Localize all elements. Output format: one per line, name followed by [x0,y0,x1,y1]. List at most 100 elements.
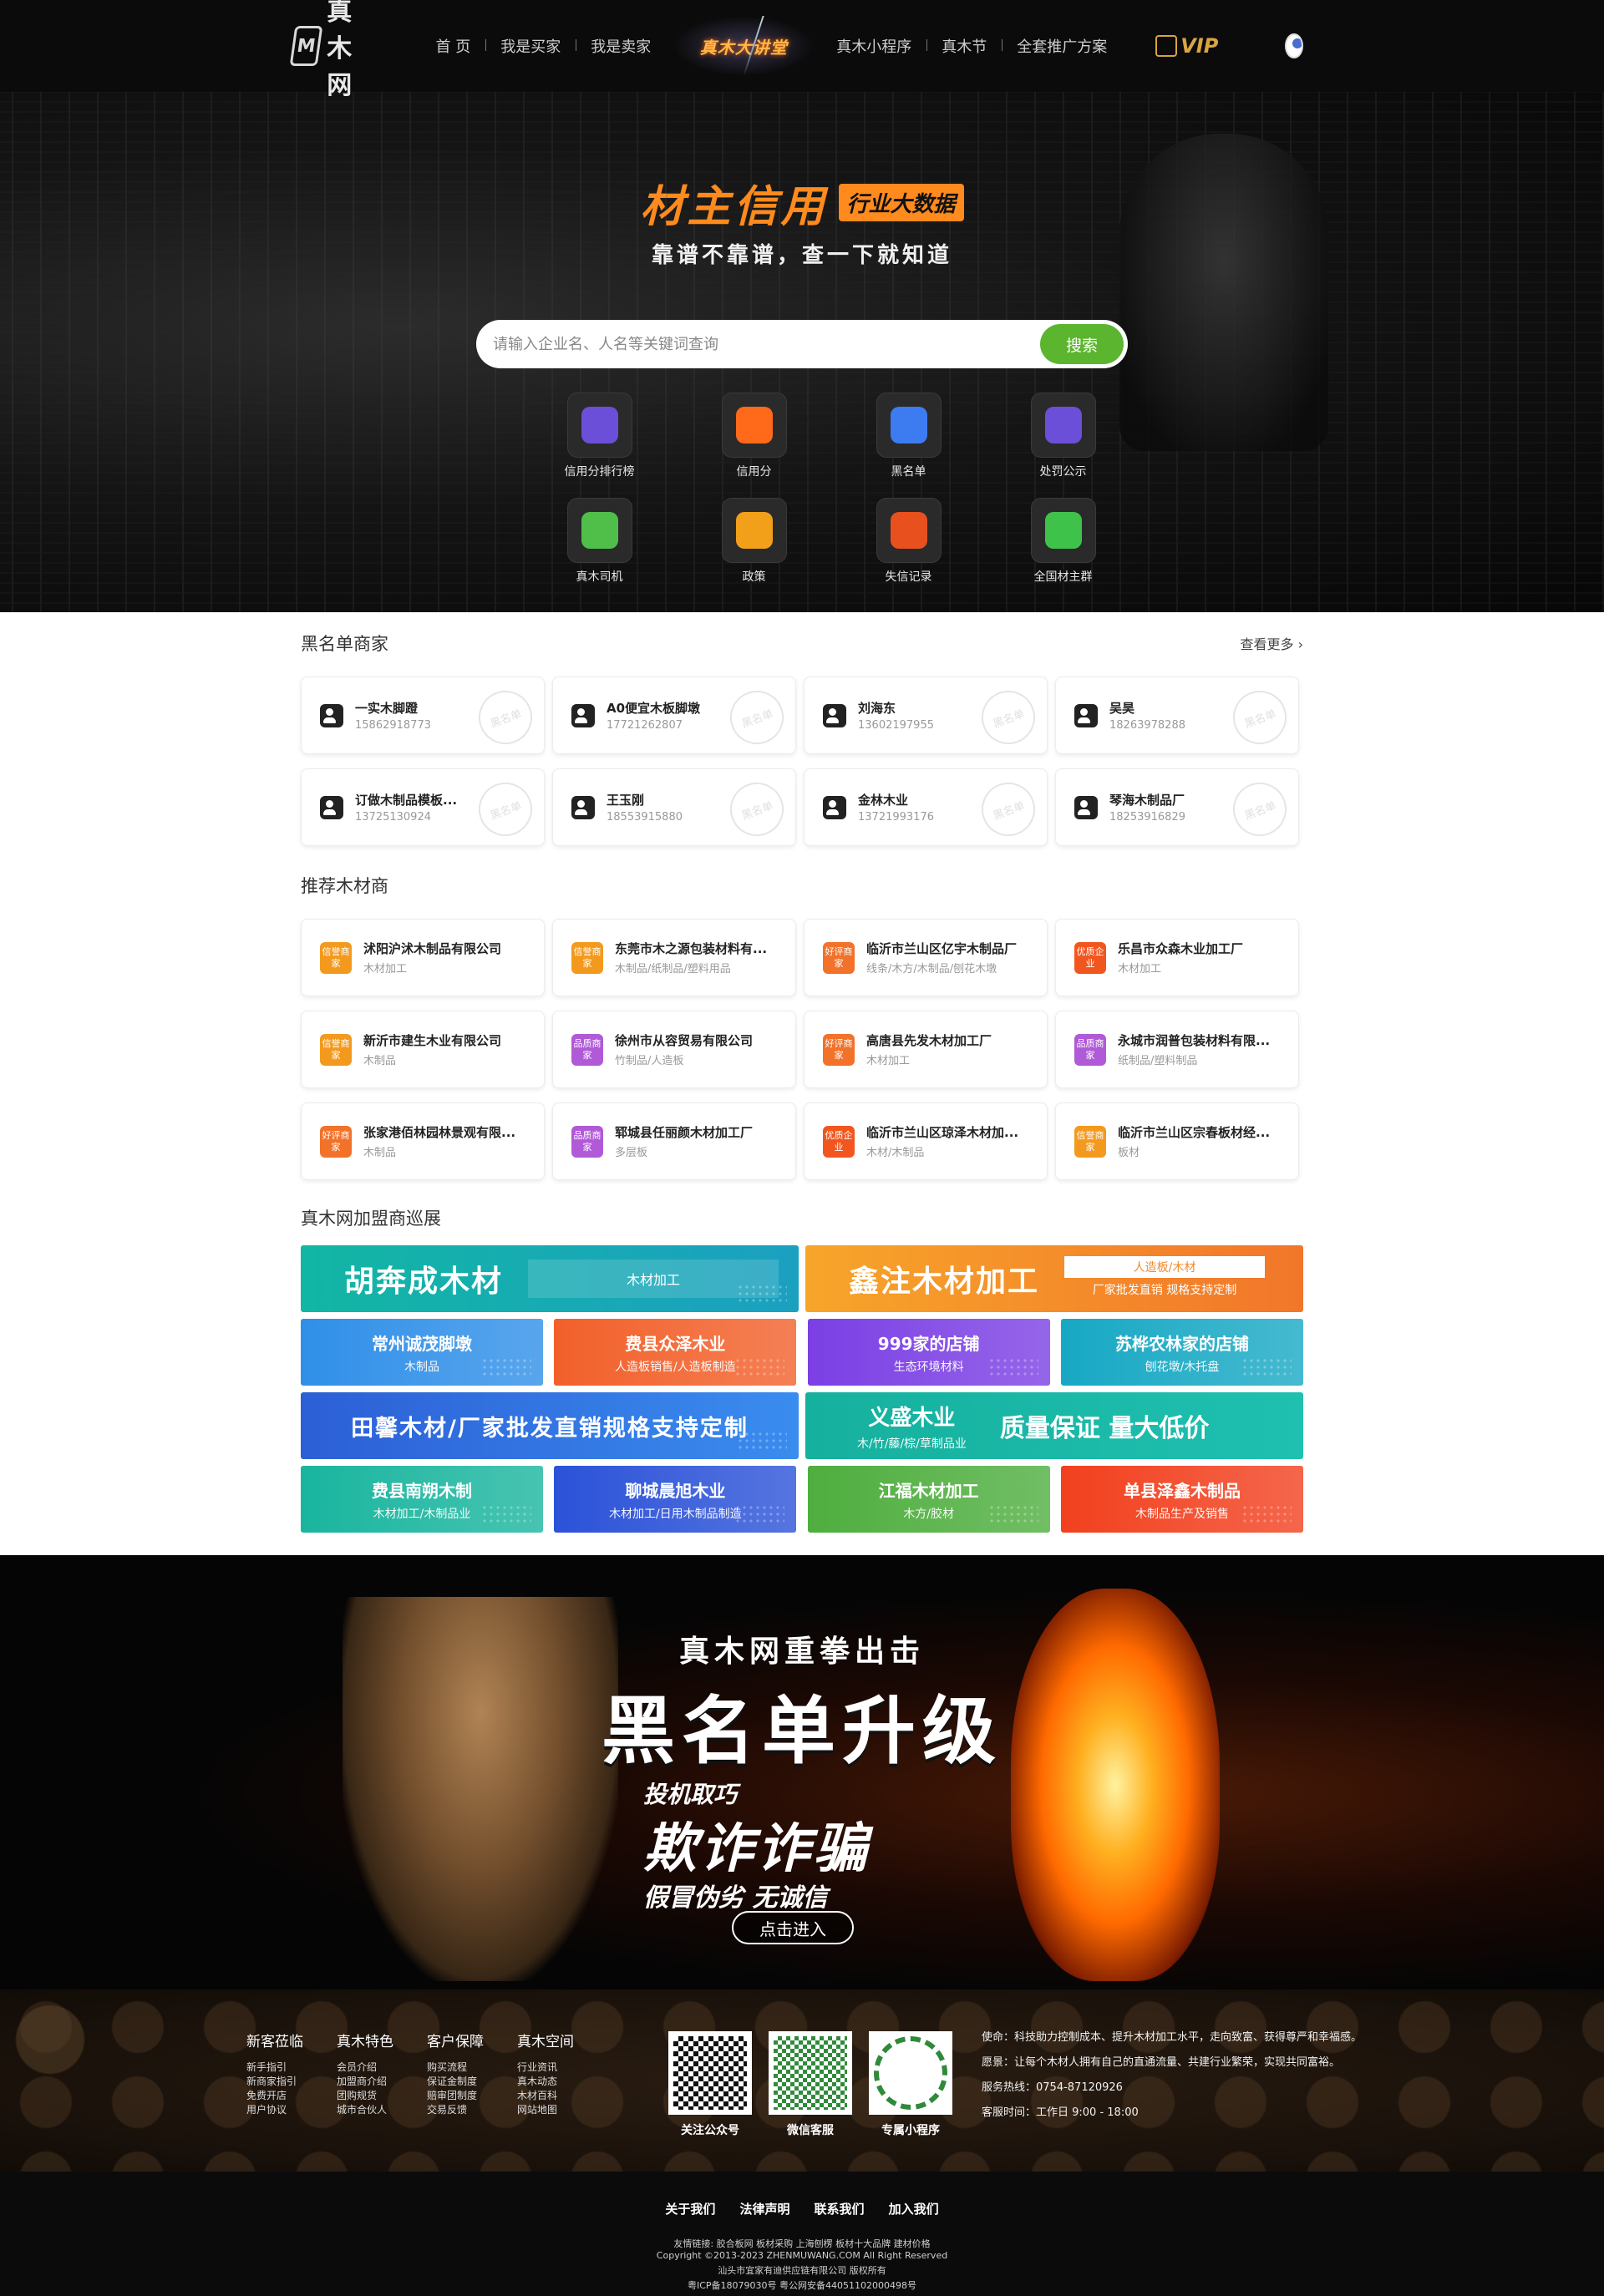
dot-pattern-icon [481,1357,531,1377]
ad-tag-top: 人造板/木材 [1064,1256,1266,1278]
merchant-card[interactable]: 品质商家 郓城县任丽颜木材加工厂 多层板 [552,1102,796,1180]
link-about[interactable]: 关于我们 [665,2202,715,2217]
showcase-ad[interactable]: 聊城晨旭木业 木材加工/日用木制品制造 [554,1466,797,1533]
merchant-card[interactable]: 好评商家 高唐县先发木材加工厂 木材加工 [804,1011,1048,1088]
promo-enter-button[interactable]: 点击进入 [732,1911,854,1944]
quick-link-7[interactable]: 全国材主群 [986,498,1140,585]
blacklist-card[interactable]: 王玉刚 18553915880 黑名单 [552,768,796,846]
qr-official-account[interactable]: 关注公众号 [668,2031,752,2138]
blacklist-phone: 18263978288 [1109,719,1185,732]
nav-festival[interactable]: 真木节 [926,35,1002,57]
merchant-card[interactable]: 好评商家 张家港佰林园林景观有限... 木制品 [301,1102,545,1180]
footer-link[interactable]: 会员介绍 [337,2060,427,2075]
footer-link[interactable]: 免费开店 [246,2089,337,2103]
ad-tianxin[interactable]: 田馨木材/厂家批发直销规格支持定制 [301,1392,799,1459]
quick-link-6[interactable]: 失信记录 [831,498,986,585]
merchant-card[interactable]: 好评商家 临沂市兰山区亿宇木制品厂 线条/木方/木制品/刨花木墩 [804,919,1048,996]
blacklist-card[interactable]: 吴昊 18263978288 黑名单 [1055,677,1299,754]
showcase-ad[interactable]: 苏桦农林家的店铺 刨花墩/木托盘 [1060,1319,1303,1386]
link-join[interactable]: 加入我们 [889,2202,939,2217]
search-button[interactable]: 搜索 [1040,324,1124,364]
blacklist-stamp: 黑名单 [973,774,1043,844]
footer-link[interactable]: 加盟商介绍 [337,2075,427,2089]
footer-link[interactable]: 城市合伙人 [337,2103,427,2117]
merchant-card[interactable]: 信誉商家 临沂市兰山区宗春板材经... 板材 [1055,1102,1299,1180]
nav-promotion-plan[interactable]: 全套推广方案 [1002,35,1122,57]
showcase-ad[interactable]: 费县众泽木业 人造板销售/人造板制造 [554,1319,797,1386]
nav-mini-program[interactable]: 真木小程序 [821,35,926,57]
footer-link[interactable]: 交易反馈 [427,2103,517,2117]
user-avatar[interactable] [1285,33,1303,58]
merchant-card[interactable]: 信誉商家 东莞市木之源包装材料有... 木制品/纸制品/塑料用品 [552,919,796,996]
friend-links[interactable]: 友情链接: 胶合板网 板材采购 上海刨楞 板材十大品牌 建材价格 [0,2237,1604,2250]
dot-pattern-icon [987,1357,1038,1377]
vip-link[interactable]: VIP [1155,34,1218,58]
footer-link[interactable]: 用户协议 [246,2103,337,2117]
blacklist-more-link[interactable]: 查看更多 › [1240,633,1303,653]
nav-seller[interactable]: 我是卖家 [576,35,666,57]
footer-link[interactable]: 新商家指引 [246,2075,337,2089]
blacklist-card-text: 王玉刚 18553915880 [607,791,683,824]
ad-hubencheng[interactable]: 胡奔成木材 木材加工 [301,1245,799,1312]
showcase-ad[interactable]: 费县南朔木制 木材加工/木制品业 [301,1466,543,1533]
blacklist-card[interactable]: 订做木制品模板... 13725130924 黑名单 [301,768,545,846]
blacklist-card[interactable]: 一实木脚蹬 15862918773 黑名单 [301,677,545,754]
footer-link[interactable]: 真木动态 [517,2075,607,2089]
qr-wechat-service[interactable]: 微信客服 [769,2031,852,2138]
merchant-card[interactable]: 信誉商家 新沂市建生木业有限公司 木制品 [301,1011,545,1088]
showcase-ad[interactable]: 999家的店铺 生态环境材料 [807,1319,1050,1386]
link-contact[interactable]: 联系我们 [815,2202,865,2217]
user-block-icon [890,407,927,443]
merchant-name: 临沂市兰山区宗春板材经... [1118,1125,1271,1140]
footer-link[interactable]: 保证金制度 [427,2075,517,2089]
footer-link[interactable]: 团购规货 [337,2089,427,2103]
quick-link-0[interactable]: 信用分排行榜 [522,393,677,479]
blacklist-stamp: 黑名单 [470,774,541,844]
nav-special-banner[interactable]: 真木大讲堂 [673,16,815,76]
blacklist-card[interactable]: 刘海东 13602197955 黑名单 [804,677,1048,754]
nav-special-label: 真木大讲堂 [699,37,788,58]
footer-link[interactable]: 行业资讯 [517,2060,607,2075]
dot-pattern-icon [987,1504,1038,1524]
wechat-group-icon [1044,512,1082,549]
quick-link-2[interactable]: 黑名单 [831,393,986,479]
footer-link[interactable]: 赔审团制度 [427,2089,517,2103]
blacklist-card[interactable]: A0便宜木板脚墩 17721262807 黑名单 [552,677,796,754]
nav-home[interactable]: 首 页 [420,35,485,57]
ad-xinzhu[interactable]: 鑫注木材加工 人造板/木材 厂家批发直销 规格支持定制 [805,1245,1303,1312]
merchant-card[interactable]: 品质商家 永城市润普包装材料有限... 纸制品/塑料制品 [1055,1011,1299,1088]
merchant-card[interactable]: 信誉商家 沭阳沪沭木制品有限公司 木材加工 [301,919,545,996]
link-legal[interactable]: 法律声明 [739,2202,789,2217]
merchant-badge: 品质商家 [571,1033,603,1066]
merchant-card[interactable]: 品质商家 徐州市从容贸易有限公司 竹制品/人造板 [552,1011,796,1088]
showcase-ad[interactable]: 江福木材加工 木方/胶材 [807,1466,1050,1533]
hero-title-badge: 行业大数据 [838,184,964,221]
blacklist-card[interactable]: 金林木业 13721993176 黑名单 [804,768,1048,846]
footer-link[interactable]: 木材百科 [517,2089,607,2103]
quick-link-3[interactable]: 处罚公示 [986,393,1140,479]
merchant-card[interactable]: 优质企业 乐昌市众森木业加工厂 木材加工 [1055,919,1299,996]
footer-link[interactable]: 新手指引 [246,2060,337,2075]
blacklist-name: 王玉刚 [607,793,645,808]
nav-buyer[interactable]: 我是买家 [485,35,576,57]
dishonest-record-icon [890,512,927,549]
site-logo[interactable]: M 真木网 [289,0,378,101]
footer-link[interactable]: 网站地图 [517,2103,607,2117]
ad-yisheng[interactable]: 义盛木业 木/竹/藤/棕/草制品业 质量保证 量大低价 [805,1392,1303,1459]
showcase-ad[interactable]: 常州诚茂脚墩 木制品 [301,1319,543,1386]
showcase-ad[interactable]: 单县泽鑫木制品 木制品生产及销售 [1060,1466,1303,1533]
quick-link-4[interactable]: 真木司机 [522,498,677,585]
merchant-card-text: 东莞市木之源包装材料有... 木制品/纸制品/塑料用品 [615,940,767,976]
footer-link[interactable]: 购买流程 [427,2060,517,2075]
blacklist-card[interactable]: 琴海木制品厂 18253916829 黑名单 [1055,768,1299,846]
dot-pattern-icon [737,1431,787,1451]
quick-link-1[interactable]: 信用分 [677,393,831,479]
icp-record[interactable]: 粤ICP备18079030号 粤公网安备44051102000498号 [0,2278,1604,2292]
ad-slogan: 质量保证 量大低价 [999,1414,1210,1443]
search-input[interactable] [476,320,1040,368]
footer-column-title: 真木空间 [517,2034,574,2050]
qr-mini-program[interactable]: 专属小程序 [869,2031,952,2138]
top-navbar: M 真木网 首 页 我是买家 我是卖家 真木大讲堂 真木小程序 真木节 全套推广… [0,0,1604,100]
merchant-card[interactable]: 优质企业 临沂市兰山区琼泽木材加... 木材/木制品 [804,1102,1048,1180]
quick-link-5[interactable]: 政策 [677,498,831,585]
